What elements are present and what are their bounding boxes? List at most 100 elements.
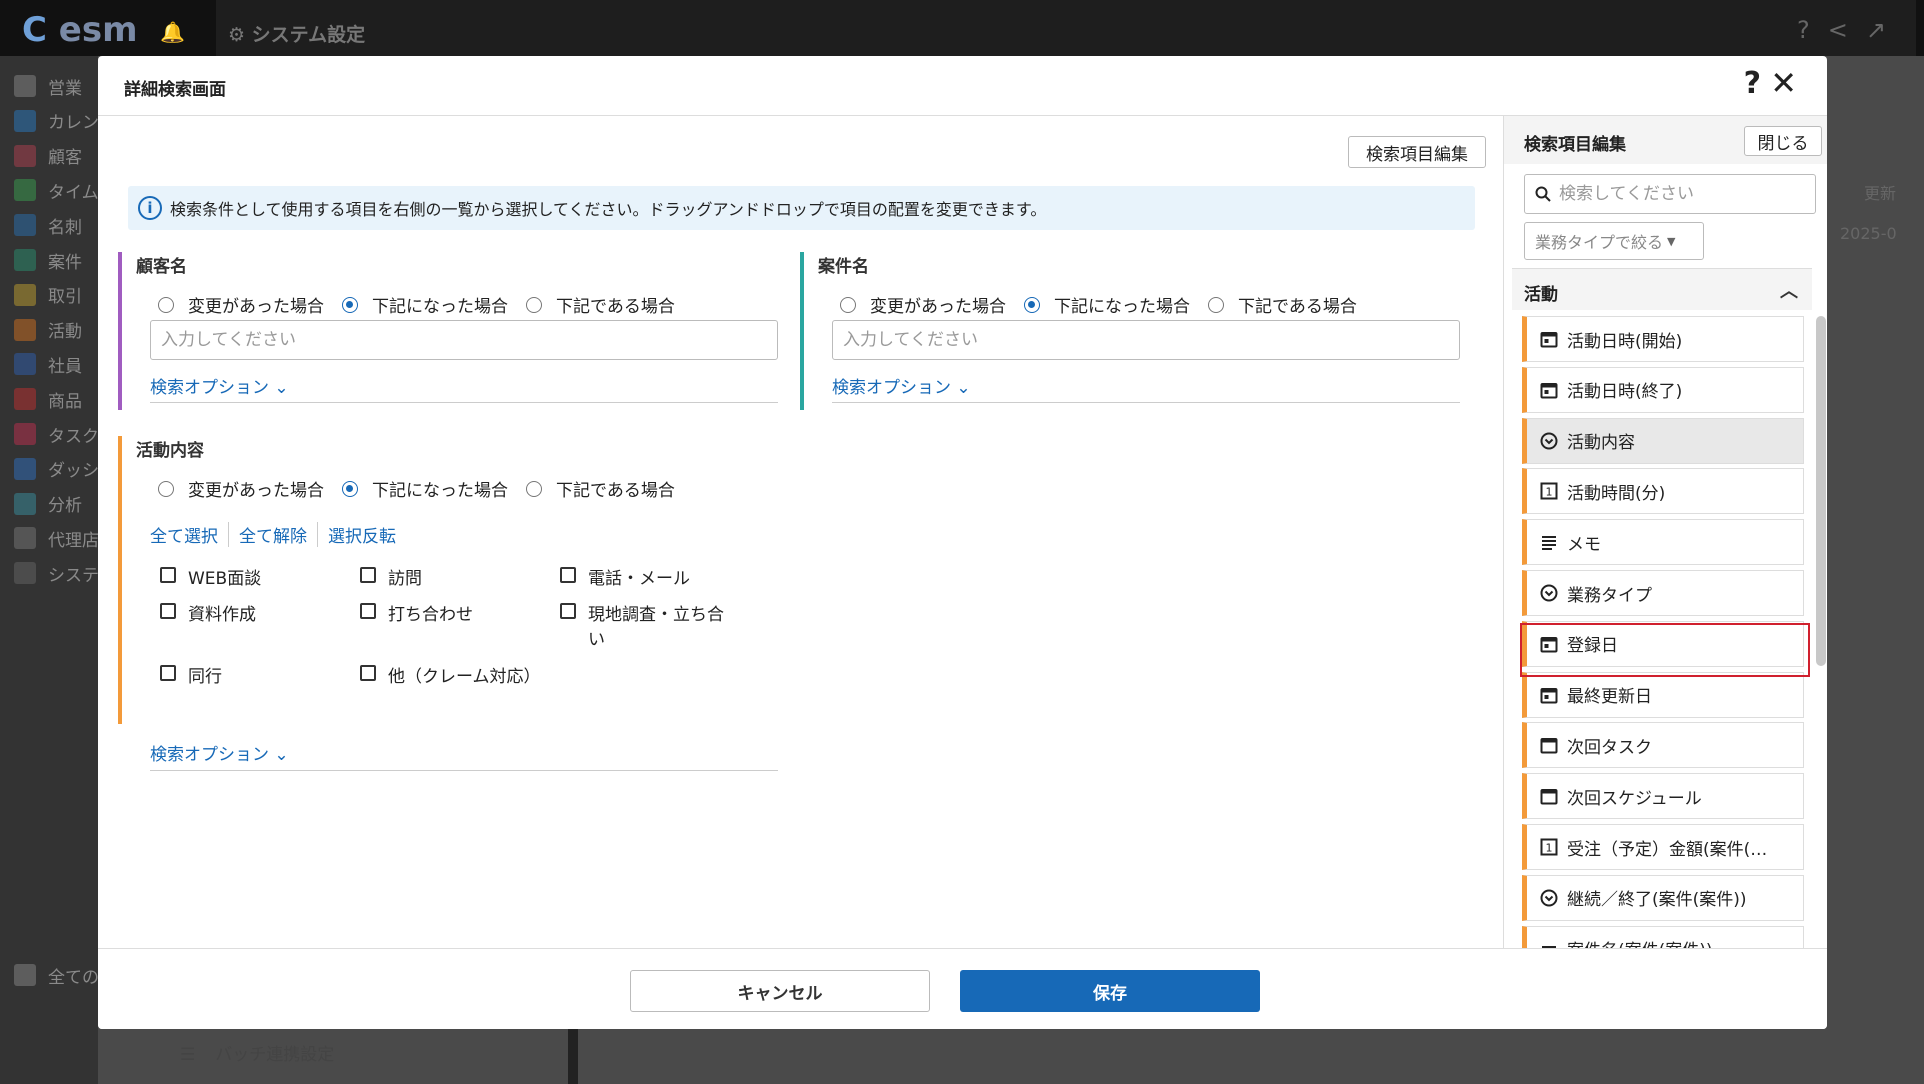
sidebar-item[interactable]: 分析 — [14, 489, 104, 519]
sidebar-item[interactable]: 活動 — [14, 315, 104, 345]
sidebar-item-icon — [14, 144, 36, 167]
bell-icon[interactable]: 🔔 — [160, 20, 185, 44]
radio-option[interactable]: 変更があった場合 — [158, 292, 324, 317]
radio-option[interactable]: 変更があった場合 — [840, 292, 1006, 317]
radio-button[interactable] — [342, 480, 358, 497]
radio-option[interactable]: 下記である場合 — [1208, 292, 1357, 317]
checkbox[interactable] — [360, 603, 376, 619]
field-list-item[interactable]: 登録日 — [1522, 620, 1804, 667]
field-list-item[interactable]: 継続／終了(案件(案件)) — [1522, 874, 1804, 921]
modal-title: 詳細検索画面 — [124, 80, 226, 100]
search-option-link[interactable]: 検索オプション ⌄ — [150, 740, 289, 765]
group-header-activity[interactable]: 活動 ︿ — [1512, 268, 1812, 310]
help-icon[interactable]: ? — [1744, 66, 1761, 101]
app-top-tab[interactable]: ⚙ システム設定 — [216, 0, 1916, 56]
checkbox[interactable] — [160, 567, 176, 583]
business-type-filter[interactable]: 業務タイプで絞る ▼ — [1524, 222, 1704, 260]
checkbox[interactable] — [160, 603, 176, 619]
field-list-item[interactable]: 最終更新日 — [1522, 671, 1804, 718]
radio-button[interactable] — [158, 480, 174, 497]
activity-checkbox[interactable]: 資料作成 — [160, 600, 256, 625]
field-list-item[interactable]: 次回タスク — [1522, 722, 1804, 769]
field-list-item[interactable]: 1 受注（予定）金額(案件(… — [1522, 824, 1804, 870]
sidebar-item[interactable]: 代理店 — [14, 523, 104, 553]
sidebar-item-label: 全ての — [48, 967, 99, 988]
activity-checkbox[interactable]: WEB面談 — [160, 564, 261, 589]
field-list-item[interactable]: 1 活動時間(分) — [1522, 468, 1804, 515]
field-list-item[interactable]: メモ — [1522, 519, 1804, 566]
radio-button[interactable] — [840, 296, 856, 313]
chevron-up-icon[interactable]: ︿ — [1780, 277, 1798, 303]
field-list-item[interactable]: 次回スケジュール — [1522, 773, 1804, 820]
header-icons[interactable]: ?<↗ — [1797, 16, 1904, 44]
sidebar-item-icon — [14, 562, 36, 585]
radio-button[interactable] — [526, 296, 542, 313]
cancel-button[interactable]: キャンセル — [630, 970, 930, 1012]
sidebar-item[interactable]: 営業 — [14, 71, 104, 101]
sidebar-item-all[interactable]: 全ての — [14, 960, 104, 990]
close-icon[interactable]: ✕ — [1770, 64, 1797, 102]
share-icon[interactable]: < — [1828, 16, 1866, 44]
radio-option[interactable]: 下記である場合 — [526, 292, 675, 317]
sidebar-item[interactable]: ダッシ — [14, 454, 104, 484]
checkbox[interactable] — [560, 567, 576, 583]
sidebar-item[interactable]: 商品 — [14, 384, 104, 414]
edit-fields-button[interactable]: 検索項目編集 — [1348, 136, 1486, 168]
checkbox[interactable] — [360, 567, 376, 583]
search-option-link[interactable]: 検索オプション ⌄ — [150, 373, 289, 398]
radio-option[interactable]: 変更があった場合 — [158, 476, 324, 501]
sidebar-item[interactable]: 案件 — [14, 245, 104, 275]
radio-button[interactable] — [158, 296, 174, 313]
clear-all-link[interactable]: 全て解除 — [239, 522, 318, 547]
sidebar-item[interactable]: 顧客 — [14, 141, 104, 171]
activity-checkbox[interactable]: 打ち合わせ — [360, 600, 473, 625]
field-search-input[interactable] — [1559, 184, 1809, 204]
sidebar-item-label: 代理店 — [48, 530, 99, 551]
radio-button[interactable] — [1024, 296, 1040, 313]
sidebar-item[interactable]: カレン — [14, 106, 104, 136]
field-item-label: 活動日時(終了) — [1567, 382, 1683, 403]
radio-option[interactable]: 下記である場合 — [526, 476, 675, 501]
field-list-item[interactable]: 活動日時(終了) — [1522, 366, 1804, 413]
bg-table-col: 更新 2025-0 — [1840, 184, 1897, 243]
activity-checkbox[interactable]: 他（クレーム対応） — [360, 662, 541, 687]
radio-button[interactable] — [526, 480, 542, 497]
field-list-item[interactable]: 業務タイプ — [1522, 570, 1804, 616]
radio-option[interactable]: 下記になった場合 — [1024, 292, 1190, 317]
help-top-icon[interactable]: ? — [1797, 16, 1828, 44]
number-icon: 1 — [1539, 481, 1559, 501]
search-option-link[interactable]: 検索オプション ⌄ — [832, 373, 971, 398]
activity-checkbox[interactable]: 訪問 — [360, 564, 422, 589]
radio-button[interactable] — [1208, 296, 1224, 313]
checkbox[interactable] — [360, 665, 376, 681]
calendar-outline-icon — [1539, 786, 1559, 806]
radio-button[interactable] — [342, 296, 358, 313]
field-search-box[interactable] — [1524, 174, 1816, 214]
sidebar-item[interactable]: タイム — [14, 175, 104, 205]
customer-name-input[interactable] — [150, 320, 778, 360]
save-button[interactable]: 保存 — [960, 970, 1260, 1012]
panel-close-button[interactable]: 閉じる — [1744, 126, 1822, 156]
external-link-icon[interactable]: ↗ — [1866, 16, 1904, 44]
sidebar-item[interactable]: 取引 — [14, 280, 104, 310]
checkbox-label: 資料作成 — [188, 605, 256, 625]
project-name-input[interactable] — [832, 320, 1460, 360]
sidebar-item[interactable]: 社員 — [14, 349, 104, 379]
scrollbar[interactable] — [1816, 316, 1826, 666]
select-all-link[interactable]: 全て選択 — [150, 522, 229, 547]
radio-option[interactable]: 下記になった場合 — [342, 292, 508, 317]
field-list-item[interactable]: 活動内容 — [1522, 417, 1804, 464]
sidebar-item[interactable]: 名刺 — [14, 210, 104, 240]
sidebar-item[interactable]: システ — [14, 558, 104, 588]
activity-checkbox[interactable]: 現地調査・立ち合い — [560, 600, 730, 650]
checkbox[interactable] — [560, 603, 576, 619]
field-list-item[interactable]: 案件名(案件(案件)) — [1522, 925, 1804, 948]
checkbox[interactable] — [160, 665, 176, 681]
field-list-item[interactable]: 活動日時(開始) — [1522, 316, 1804, 362]
activity-checkbox[interactable]: 電話・メール — [560, 564, 690, 589]
invert-selection-link[interactable]: 選択反転 — [328, 522, 406, 547]
activity-checkbox[interactable]: 同行 — [160, 662, 222, 687]
sidebar-item[interactable]: タスク — [14, 419, 104, 449]
radio-option[interactable]: 下記になった場合 — [342, 476, 508, 501]
checkbox-label: 現地調査・立ち合い — [588, 605, 724, 650]
